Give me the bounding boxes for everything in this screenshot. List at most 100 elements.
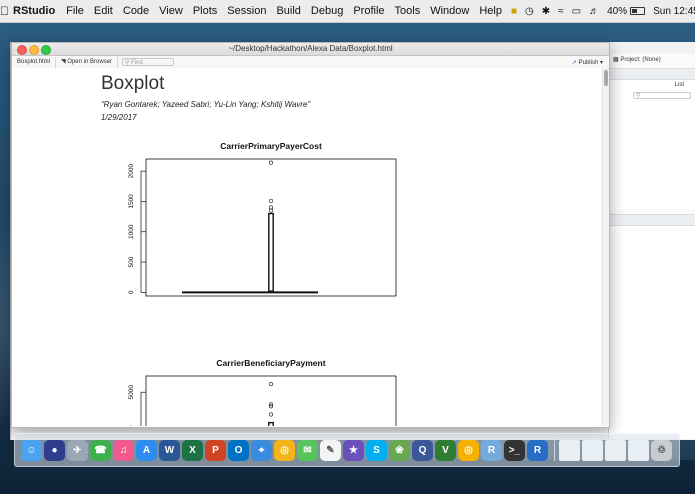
launchpad-icon[interactable]: ✈ <box>67 439 88 461</box>
itunes-icon[interactable]: ♫ <box>113 439 134 461</box>
airplay-icon[interactable]: ▭ <box>568 6 585 17</box>
chrome-icon[interactable]: ◎ <box>274 439 295 461</box>
menu-app-name[interactable]: RStudio <box>9 5 61 17</box>
menu-file[interactable]: File <box>61 5 89 17</box>
dense-outliers-1 <box>268 421 274 426</box>
chrome-canary-icon[interactable]: ◎ <box>458 439 479 461</box>
file-tab[interactable]: Boxplot.html <box>12 56 57 68</box>
chart-1-plot-frame <box>145 375 397 426</box>
document-icon[interactable] <box>559 439 580 461</box>
viewer-scrollbar[interactable] <box>602 68 609 426</box>
zoom-button[interactable] <box>41 45 51 55</box>
open-in-browser-button[interactable]: ◥ Open in Browser <box>56 56 118 68</box>
list-view-toggle[interactable]: List <box>675 82 684 88</box>
close-button[interactable] <box>17 45 27 55</box>
siri-icon[interactable]: ● <box>44 439 65 461</box>
terminal-icon[interactable]: >_ <box>504 439 525 461</box>
minimize-button[interactable] <box>29 45 39 55</box>
document-title: Boxplot <box>101 73 165 94</box>
document-icon[interactable] <box>628 439 649 461</box>
dock: ☺ ● ✈ ☎ ♫ A W X P O ⌖ ◎ ✉ ✎ ★ S ❀ Q V ◎ R >_ R ♲ <box>14 433 680 467</box>
r-studio-icon[interactable]: R <box>481 439 502 461</box>
document-icon[interactable] <box>582 439 603 461</box>
scrollbar-thumb[interactable] <box>604 70 608 86</box>
excel-icon[interactable]: X <box>182 439 203 461</box>
starplot-icon[interactable]: ★ <box>343 439 364 461</box>
environment-pane-bar <box>609 69 695 80</box>
status-area: ■ ◷ ✱ ≈ ▭ ♬ 40% Sun 12:45 PM ⚲ ● ☰ <box>507 6 695 17</box>
trash-icon[interactable]: ♲ <box>651 439 672 461</box>
outlier-point-1-0 <box>269 412 274 417</box>
menu-window[interactable]: Window <box>425 5 474 17</box>
publish-label: Publish <box>578 59 599 66</box>
menu-tools[interactable]: Tools <box>390 5 426 17</box>
viewer-content[interactable]: Boxplot “Ryan Gontarek; Yazeed Sabri; Yu… <box>12 68 603 426</box>
outlier-point-1-3 <box>269 382 274 387</box>
boxplot-chart-1: CarrierPrimaryPayerCost 0 500 1000 1500 2000 <box>128 141 397 297</box>
files-pane <box>609 214 695 439</box>
chart-0-title: CarrierPrimaryPayerCost <box>220 141 322 151</box>
apple-menu-icon[interactable]:  <box>0 4 9 18</box>
document-date: 1/29/2017 <box>101 113 137 122</box>
chart-0-plot-frame <box>145 158 397 297</box>
menu-view[interactable]: View <box>154 5 188 17</box>
find-placeholder: Find <box>131 60 143 66</box>
publish-button[interactable]: ➚ Publish ▾ <box>572 59 609 66</box>
vim-icon[interactable]: V <box>435 439 456 461</box>
clock[interactable]: Sun 12:45 PM <box>649 6 695 17</box>
volume-icon[interactable]: ♬ <box>585 6 603 17</box>
appstore-icon[interactable]: A <box>136 439 157 461</box>
safari-icon[interactable]: ⌖ <box>251 439 272 461</box>
y-tick-label-0-0: 0 <box>128 290 135 294</box>
battery-percent: 40% <box>598 5 627 17</box>
find-input[interactable]: ⚲ Find <box>121 58 174 66</box>
facetime-icon[interactable]: ☎ <box>90 439 111 461</box>
desktop-background:  RStudio File Edit Code View Plots Sess… <box>0 0 695 494</box>
outlook-icon[interactable]: O <box>228 439 249 461</box>
y-tick-label-1-1: 5000 <box>128 385 135 400</box>
files-pane-bar <box>609 215 695 226</box>
finder-icon[interactable]: ☺ <box>21 439 42 461</box>
menu-help[interactable]: Help <box>474 5 507 17</box>
menu-debug[interactable]: Debug <box>306 5 348 17</box>
project-label: Project: (None) <box>620 57 661 63</box>
y-tick-label-0-2: 1000 <box>128 224 135 239</box>
battery-status[interactable]: 40% <box>603 6 649 17</box>
menu-session[interactable]: Session <box>222 5 271 17</box>
messages-icon[interactable]: ✉ <box>297 439 318 461</box>
textedit-icon[interactable]: ✎ <box>320 439 341 461</box>
boxplot-chart-2: CarrierBeneficiaryPayment 4000 5000 <box>128 358 397 426</box>
menu-build[interactable]: Build <box>271 5 305 17</box>
document-icon[interactable] <box>605 439 626 461</box>
quicktime-icon[interactable]: Q <box>412 439 433 461</box>
r-icon[interactable]: R <box>527 439 548 461</box>
chart-1-title: CarrierBeneficiaryPayment <box>216 358 325 368</box>
word-icon[interactable]: W <box>159 439 180 461</box>
menu-edit[interactable]: Edit <box>89 5 118 17</box>
menu-profile[interactable]: Profile <box>348 5 389 17</box>
outlier-point-0-3 <box>269 160 274 165</box>
dock-separator <box>554 439 555 461</box>
photos-icon[interactable]: ❀ <box>389 439 410 461</box>
boxplot-carrier-beneficiary-payment: CarrierBeneficiaryPayment 4000 5000 <box>102 353 402 426</box>
y-tick-label-0-3: 1500 <box>128 194 135 209</box>
menu-plots[interactable]: Plots <box>188 5 222 17</box>
skype-icon[interactable]: S <box>366 439 387 461</box>
outlier-point-1-2 <box>269 402 274 407</box>
battery-icon <box>630 6 646 15</box>
menu-code[interactable]: Code <box>118 5 154 17</box>
publish-icon: ➚ <box>571 59 579 66</box>
wifi-icon[interactable]: ≈ <box>554 6 568 17</box>
environment-search-input[interactable]: ⚲ <box>633 92 691 99</box>
project-menu[interactable]: ▦ Project: (None) <box>613 56 661 63</box>
shield-icon[interactable]: ■ <box>507 6 521 17</box>
time-machine-icon[interactable]: ◷ <box>521 6 538 17</box>
bluetooth-icon[interactable]: ✱ <box>538 6 554 17</box>
menu-bar:  RStudio File Edit Code View Plots Sess… <box>0 0 695 23</box>
rstudio-right-panes: ▦ Project: (None) List ⚲ <box>608 54 695 439</box>
viewer-titlebar[interactable]: ~/Desktop/Hackathon/Alexa Data/Boxplot.h… <box>12 43 609 56</box>
y-tick-label-1-0: 4000 <box>128 425 135 426</box>
powerpoint-icon[interactable]: P <box>205 439 226 461</box>
viewer-window: ~/Desktop/Hackathon/Alexa Data/Boxplot.h… <box>11 42 610 428</box>
viewer-title: ~/Desktop/Hackathon/Alexa Data/Boxplot.h… <box>228 44 393 53</box>
